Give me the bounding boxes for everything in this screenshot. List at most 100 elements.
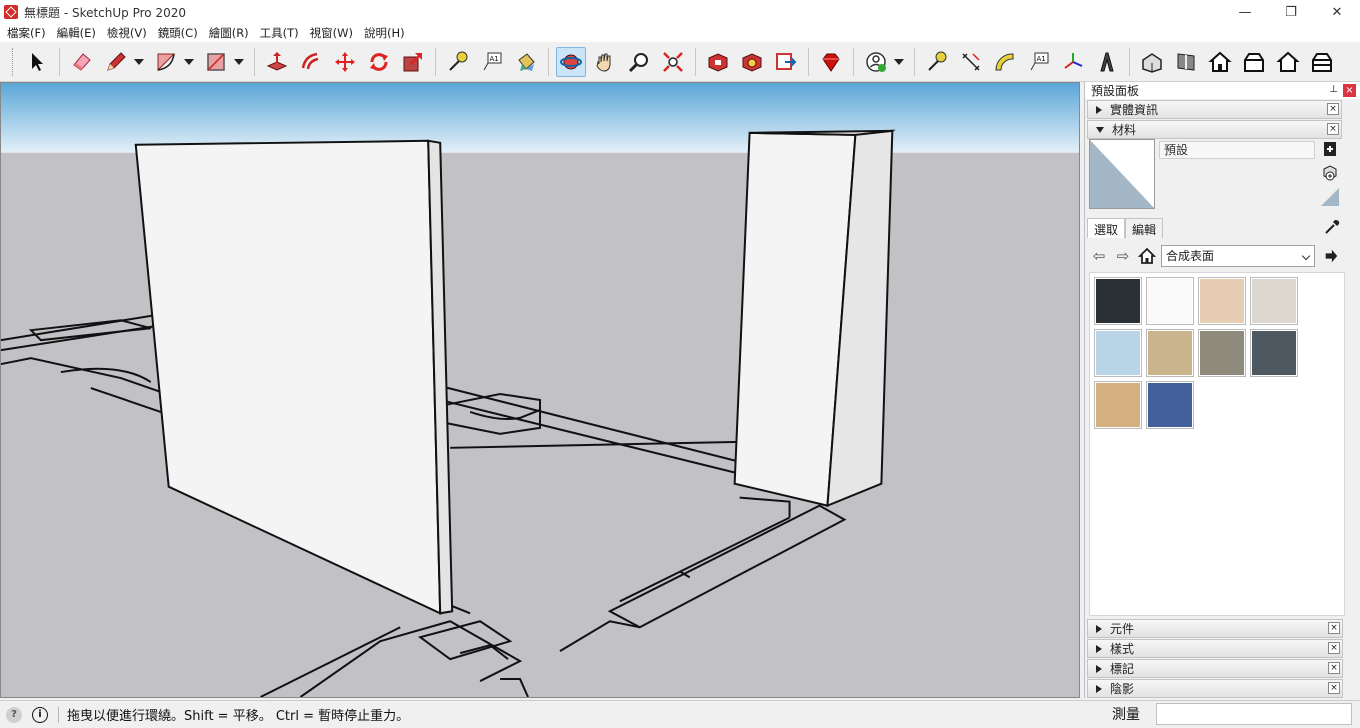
details-arrow-icon[interactable]	[1321, 246, 1341, 266]
default-material-icon[interactable]	[1321, 188, 1339, 206]
tray-close-button[interactable]: ×	[1343, 84, 1356, 97]
library-select[interactable]: 合成表面	[1161, 245, 1315, 267]
pencil-tool-button[interactable]	[101, 47, 131, 77]
measurements-input[interactable]	[1156, 703, 1352, 725]
3d-text-button[interactable]	[1092, 47, 1122, 77]
material-swatch[interactable]	[1146, 329, 1194, 377]
swatch-fill	[1096, 279, 1140, 323]
dimension-button[interactable]	[956, 47, 986, 77]
account-dropdown[interactable]	[893, 47, 905, 77]
material-preview	[1089, 139, 1155, 209]
panel-styles[interactable]: 樣式 ×	[1087, 639, 1343, 658]
panel-close-icon[interactable]: ×	[1327, 123, 1339, 135]
extension-warehouse-button[interactable]	[737, 47, 767, 77]
panel-entity-info[interactable]: 實體資訊 ×	[1087, 100, 1342, 119]
select-tool-button[interactable]	[22, 47, 52, 77]
right-wall-box[interactable]	[733, 129, 896, 508]
account-icon	[866, 51, 886, 72]
material-tabs: 選取 編輯	[1087, 218, 1164, 238]
restore-button[interactable]: ❐	[1268, 0, 1314, 24]
material-swatch[interactable]	[1146, 277, 1194, 325]
scene-canvas[interactable]	[1, 83, 1079, 697]
material-swatch[interactable]	[1094, 329, 1142, 377]
zoom-extents-tool-button[interactable]	[658, 47, 688, 77]
offset-tool-button[interactable]	[296, 47, 326, 77]
panel-tags[interactable]: 標記 ×	[1087, 659, 1343, 678]
material-swatch[interactable]	[1094, 277, 1142, 325]
forward-arrow-icon[interactable]: ⇨	[1113, 246, 1133, 266]
minimize-button[interactable]: —	[1222, 0, 1268, 24]
arc-dropdown[interactable]	[183, 47, 195, 77]
3d-warehouse-button[interactable]	[703, 47, 733, 77]
right-view-button[interactable]	[1239, 47, 1269, 77]
material-swatch[interactable]	[1094, 381, 1142, 429]
tape-measure-tool-button[interactable]	[443, 47, 473, 77]
material-swatch[interactable]	[1250, 329, 1298, 377]
rectangle-tool-button[interactable]	[201, 47, 231, 77]
menu-file[interactable]: 檔案(F)	[4, 25, 54, 41]
axes-button[interactable]	[1058, 47, 1088, 77]
material-swatch[interactable]	[1198, 329, 1246, 377]
panel-close-icon[interactable]: ×	[1327, 103, 1339, 115]
paint-bucket-tool-button[interactable]	[511, 47, 541, 77]
rotate-tool-button[interactable]	[364, 47, 394, 77]
iso-view-button[interactable]	[1137, 47, 1167, 77]
menu-help[interactable]: 說明(H)	[361, 25, 413, 41]
material-swatch[interactable]	[1146, 381, 1194, 429]
account-button[interactable]	[861, 47, 891, 77]
eraser-tool-button[interactable]	[67, 47, 97, 77]
home-icon[interactable]	[1137, 246, 1157, 266]
material-swatch[interactable]	[1250, 277, 1298, 325]
panel-shadows[interactable]: 陰影 ×	[1087, 679, 1343, 698]
text-2-button[interactable]: A1	[1024, 47, 1054, 77]
instructor-info-icon[interactable]: i	[32, 706, 48, 723]
back-view-button[interactable]	[1273, 47, 1303, 77]
modeling-viewport[interactable]	[0, 82, 1080, 698]
panel-components[interactable]: 元件 ×	[1087, 619, 1343, 638]
top-view-button[interactable]	[1171, 47, 1201, 77]
material-swatch[interactable]	[1198, 277, 1246, 325]
arc-tool-button[interactable]	[151, 47, 181, 77]
menu-draw[interactable]: 繪圖(R)	[206, 25, 257, 41]
panel-close-icon[interactable]: ×	[1328, 622, 1340, 634]
move-icon	[335, 51, 355, 72]
menu-tools[interactable]: 工具(T)	[257, 25, 307, 41]
material-name-field[interactable]: 預設	[1159, 141, 1315, 159]
orbit-tool-button[interactable]	[556, 46, 586, 77]
scale-tool-button[interactable]	[398, 47, 428, 77]
pencil-dropdown[interactable]	[133, 47, 145, 77]
menu-window[interactable]: 視窗(W)	[307, 25, 361, 41]
menu-edit[interactable]: 編輯(E)	[54, 25, 104, 41]
front-view-button[interactable]	[1205, 47, 1235, 77]
default-material-swatch	[1090, 140, 1154, 208]
text-tool-button[interactable]: A1	[477, 47, 507, 77]
back-arrow-icon[interactable]: ⇦	[1089, 246, 1109, 266]
push-pull-tool-button[interactable]	[262, 47, 292, 77]
move-tool-button[interactable]	[330, 47, 360, 77]
panel-close-icon[interactable]: ×	[1328, 682, 1340, 694]
panel-close-icon[interactable]: ×	[1328, 662, 1340, 674]
rectangle-dropdown[interactable]	[233, 47, 245, 77]
close-button[interactable]: ✕	[1314, 0, 1360, 24]
geo-location-icon[interactable]: ?	[6, 706, 22, 723]
pin-icon[interactable]: ⊥	[1329, 84, 1338, 95]
sky	[1, 83, 1079, 153]
protractor-button[interactable]	[990, 47, 1020, 77]
ruby-console-button[interactable]	[816, 47, 846, 77]
menu-view[interactable]: 檢視(V)	[104, 25, 155, 41]
layout-send-button[interactable]	[771, 47, 801, 77]
eyedropper-icon[interactable]	[1323, 218, 1341, 236]
tab-edit[interactable]: 編輯	[1125, 218, 1164, 238]
left-view-button[interactable]	[1307, 47, 1337, 77]
protractor-icon	[995, 52, 1014, 70]
create-material-icon[interactable]	[1321, 140, 1339, 158]
add-material-icon[interactable]	[1321, 164, 1339, 182]
panel-materials[interactable]: 材料 ×	[1087, 120, 1342, 139]
toolbar-grip[interactable]	[12, 47, 16, 76]
zoom-tool-button[interactable]	[624, 47, 654, 77]
tab-select[interactable]: 選取	[1087, 218, 1126, 238]
panel-close-icon[interactable]: ×	[1328, 642, 1340, 654]
tape-measure-2-button[interactable]	[922, 47, 952, 77]
pan-tool-button[interactable]	[590, 47, 620, 77]
menu-camera[interactable]: 鏡頭(C)	[155, 25, 206, 41]
